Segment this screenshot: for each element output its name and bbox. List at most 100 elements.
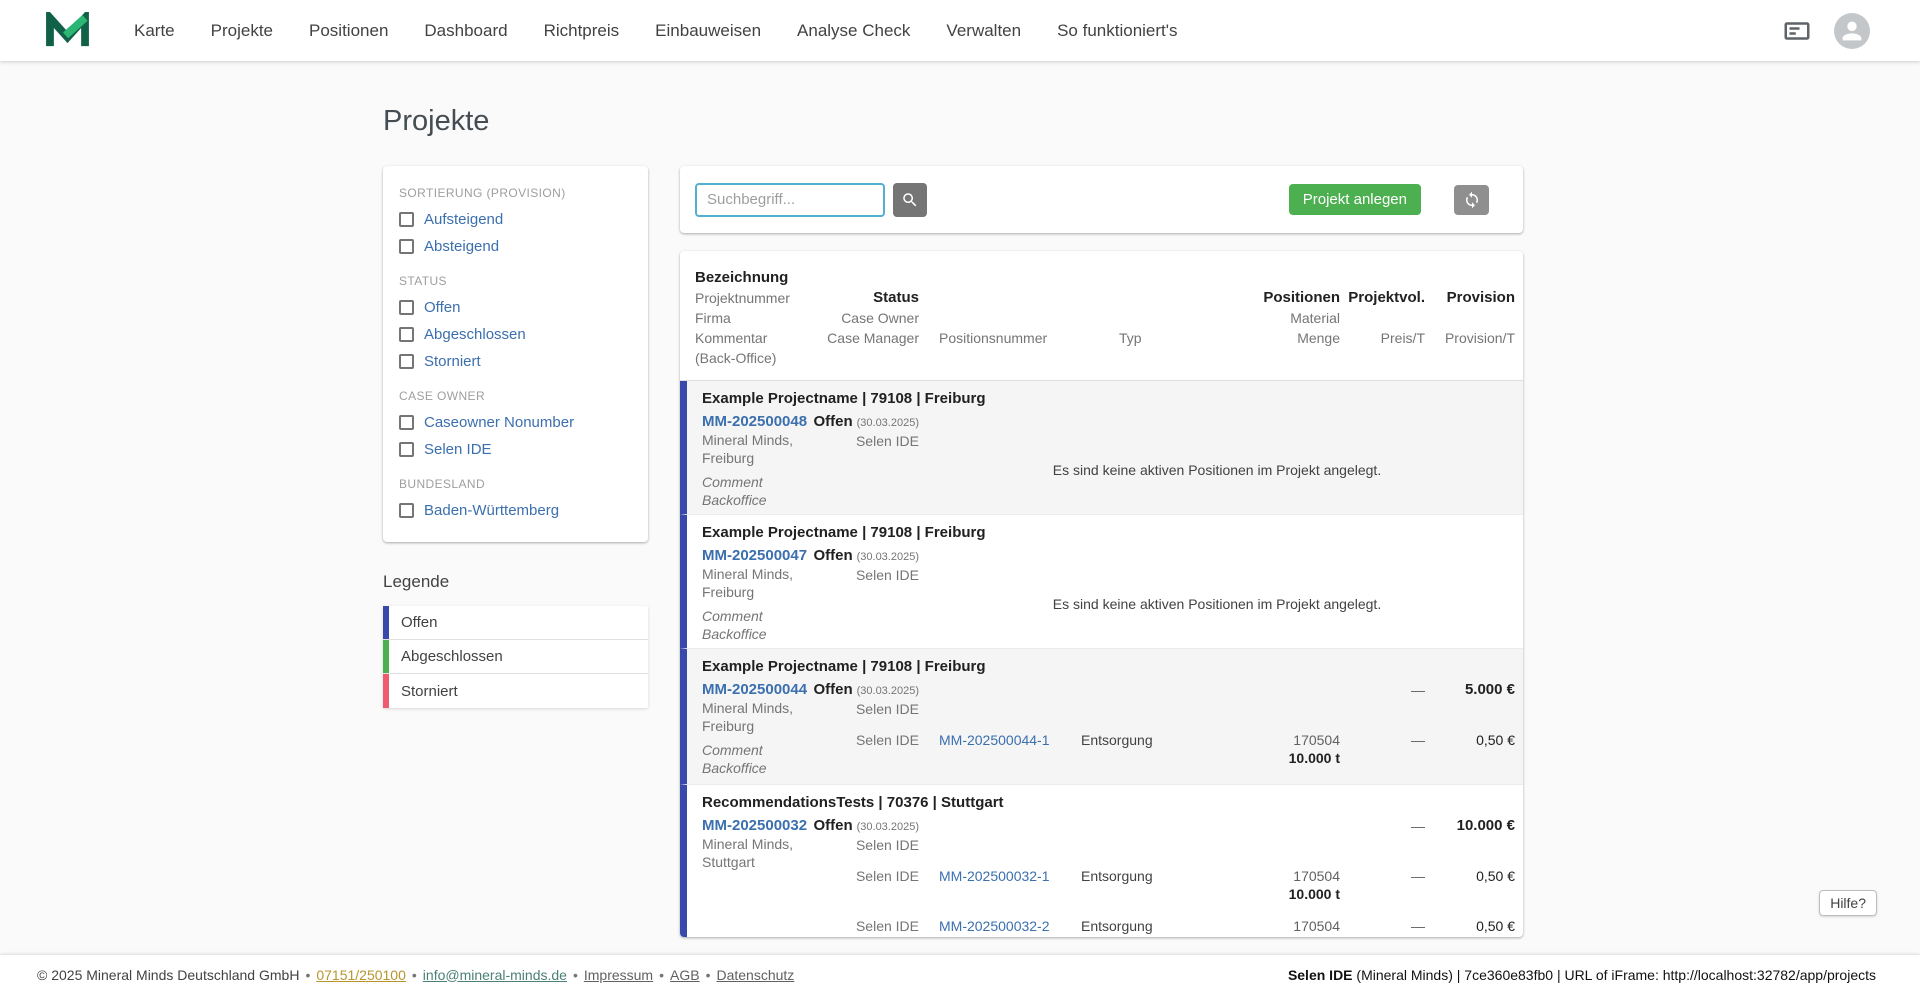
position-typ: Entsorgung [1081,918,1153,934]
footer-left: © 2025 Mineral Minds Deutschland GmbH • … [37,967,794,983]
datenschutz-link[interactable]: Datenschutz [716,967,794,983]
filter-section-label: CASE OWNER [399,389,486,403]
filter-section-case-owner: CASE OWNER Caseowner Nonumber Selen IDE [399,389,632,463]
separator: • [305,966,311,983]
main-nav: Karte Projekte Positionen Dashboard Rich… [116,13,1196,49]
checkbox-unchecked-icon[interactable] [399,415,414,430]
project-company: Mineral Minds, [702,566,794,582]
phone-link[interactable]: 07151/250100 [316,967,406,983]
nav-item-positionen[interactable]: Positionen [291,13,406,49]
user-avatar[interactable] [1834,12,1870,49]
position-owner: Selen IDE [855,732,919,748]
nav-item-verwalten[interactable]: Verwalten [928,13,1039,49]
nav-item-richtpreis[interactable]: Richtpreis [526,13,638,49]
logo-m-icon [46,12,89,47]
legend-item-offen: Offen [383,606,648,640]
nav-item-so-funktionierts[interactable]: So funktioniert's [1039,13,1195,49]
projects-table: Bezeichnung Projektnummer Firma Kommenta… [680,251,1523,937]
project-group: Example Projectname | 79108 | Freiburg M… [680,649,1523,785]
project-group-title: Example Projectname | 79108 | Freiburg [702,524,986,541]
filter-option-selen-ide[interactable]: Selen IDE [399,436,632,463]
status-date: (30.03.2025) [856,685,919,697]
position-row: Selen IDE MM-202500032-2 Entsorgung 1705… [827,917,1515,937]
filter-section-label: STATUS [399,274,447,288]
email-link[interactable]: info@mineral-minds.de [423,967,567,983]
filter-option-abgeschlossen[interactable]: Abgeschlossen [399,321,632,348]
project-link[interactable]: MM-202500044 [702,681,807,699]
project-group-title: Example Projectname | 79108 | Freiburg [702,658,986,675]
help-button[interactable]: Hilfe? [1819,890,1877,916]
position-link[interactable]: MM-202500032-1 [939,868,1050,884]
refresh-button[interactable] [1454,184,1489,215]
position-link[interactable]: MM-202500032-2 [939,918,1050,934]
filter-option-aufsteigend[interactable]: Aufsteigend [399,206,632,233]
nav-item-karte[interactable]: Karte [116,13,193,49]
filter-option-caseowner-nonumber[interactable]: Caseowner Nonumber [399,409,632,436]
checkbox-unchecked-icon[interactable] [399,503,414,518]
project-volume: — [1411,682,1425,698]
position-typ: Entsorgung [1081,732,1153,748]
position-provision: 0,50 € [1476,732,1515,748]
project-city: Freiburg [702,718,755,734]
header-projektvol: Projektvol. Preis/T [1348,289,1425,346]
project-link[interactable]: MM-202500047 [702,547,807,565]
agb-link[interactable]: AGB [670,967,700,983]
mineral-minds-logo[interactable] [45,12,90,49]
position-preis: — [1411,918,1425,934]
project-city: Freiburg [702,450,755,466]
filter-option-baden-wuerttemberg[interactable]: Baden-Württemberg [399,497,632,524]
project-comment: Comment Backoffice [702,474,767,508]
project-link[interactable]: MM-202500032 [702,817,807,835]
header-status: Status Case Owner Case Manager [827,289,919,346]
search-input[interactable] [695,182,885,217]
checkbox-unchecked-icon[interactable] [399,354,414,369]
status-label: Offen [813,681,853,698]
checkbox-unchecked-icon[interactable] [399,327,414,342]
table-header: Bezeichnung Projektnummer Firma Kommenta… [680,251,1523,381]
legend-color-bar [383,606,389,639]
project-company: Mineral Minds, [702,836,794,852]
footer: © 2025 Mineral Minds Deutschland GmbH • … [0,955,1920,994]
project-main-cell: MM-202500032 Mineral Minds, Stuttgart [687,817,827,937]
nav-item-projekte[interactable]: Projekte [193,13,291,49]
nav-item-analyse-check[interactable]: Analyse Check [779,13,928,49]
project-link[interactable]: MM-202500048 [702,413,807,431]
create-project-button[interactable]: Projekt anlegen [1288,184,1421,215]
position-menge: 170504 10.000 t [1288,868,1340,902]
legend-item-label: Offen [401,614,438,631]
project-row: Offen (30.03.2025) Selen IDE — 5.000 € [813,681,1515,729]
project-row: Offen (30.03.2025) Selen IDE [813,547,1515,591]
nav-item-einbauweisen[interactable]: Einbauweisen [637,13,779,49]
checkbox-unchecked-icon[interactable] [399,300,414,315]
filter-section-label: BUNDESLAND [399,477,486,491]
filter-option-storniert[interactable]: Storniert [399,348,632,375]
session-user: Selen IDE [1287,966,1353,983]
position-preis: — [1411,868,1425,884]
filter-section-status: STATUS Offen Abgeschlossen Storniert [399,274,632,375]
case-owner: Selen IDE [855,701,919,717]
checkbox-unchecked-icon[interactable] [399,442,414,457]
filter-option-offen[interactable]: Offen [399,294,632,321]
position-typ: Entsorgung [1081,868,1153,884]
impressum-link[interactable]: Impressum [584,967,653,983]
left-sidebar: SORTIERUNG (PROVISION) Aufsteigend Abste… [383,166,648,708]
card-view-icon[interactable] [1782,16,1812,46]
main-content: Projekte SORTIERUNG (PROVISION) Aufsteig… [0,61,1920,955]
project-group-title: RecommendationsTests | 70376 | Stuttgart [702,794,1004,811]
project-group: RecommendationsTests | 70376 | Stuttgart… [680,785,1523,937]
project-group-title: Example Projectname | 79108 | Freiburg [702,390,986,407]
status-label: Offen [813,547,853,564]
search-button[interactable] [893,182,927,217]
position-preis: — [1411,732,1425,748]
checkbox-unchecked-icon[interactable] [399,239,414,254]
status-date: (30.03.2025) [856,551,919,563]
project-group: Example Projectname | 79108 | Freiburg M… [680,381,1523,515]
filter-panel: SORTIERUNG (PROVISION) Aufsteigend Abste… [383,166,648,542]
top-navbar: Karte Projekte Positionen Dashboard Rich… [0,0,1920,61]
nav-item-dashboard[interactable]: Dashboard [406,13,525,49]
header-typ: Typ [1119,330,1142,346]
filter-option-absteigend[interactable]: Absteigend [399,233,632,260]
position-link[interactable]: MM-202500044-1 [939,732,1050,748]
checkbox-unchecked-icon[interactable] [399,212,414,227]
search-toolbar: Projekt anlegen [680,166,1523,233]
